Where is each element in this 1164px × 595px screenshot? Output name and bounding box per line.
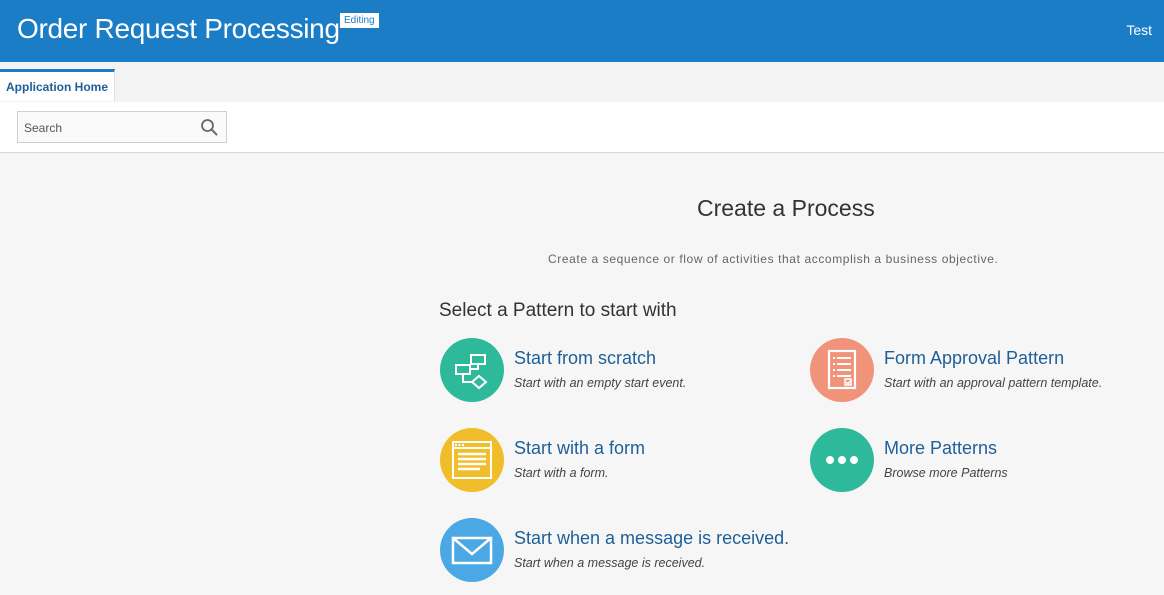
pattern-title[interactable]: Start from scratch bbox=[514, 348, 656, 369]
pattern-icon-circle bbox=[810, 338, 874, 402]
user-menu[interactable]: Test bbox=[1126, 22, 1152, 38]
pattern-more-patterns[interactable]: More Patterns Browse more Patterns bbox=[810, 428, 1110, 492]
pattern-icon-circle bbox=[440, 518, 504, 582]
pattern-message-received[interactable]: Start when a message is received. Start … bbox=[440, 518, 810, 582]
pattern-start-with-form[interactable]: Start with a form Start with a form. bbox=[440, 428, 740, 492]
search-input[interactable] bbox=[18, 112, 201, 144]
pattern-title[interactable]: Start when a message is received. bbox=[514, 528, 789, 549]
pattern-start-from-scratch[interactable]: Start from scratch Start with an empty s… bbox=[440, 338, 740, 402]
select-pattern-heading: Select a Pattern to start with bbox=[439, 300, 677, 321]
pattern-form-approval[interactable]: Form Approval Pattern Start with an appr… bbox=[810, 338, 1150, 402]
envelope-icon bbox=[451, 536, 493, 565]
flow-diagram-icon bbox=[455, 354, 488, 390]
app-title: Order Request Processing bbox=[17, 13, 340, 44]
pattern-description: Start with an approval pattern template. bbox=[884, 376, 1103, 390]
pattern-icon-circle bbox=[810, 428, 874, 492]
app-header: Order Request Processing Editing Test bbox=[0, 0, 1164, 62]
form-checklist-icon bbox=[827, 349, 857, 390]
pattern-description: Start with a form. bbox=[514, 466, 609, 480]
pattern-description: Browse more Patterns bbox=[884, 466, 1008, 480]
pattern-icon-circle bbox=[440, 338, 504, 402]
create-process-subtitle: Create a sequence or flow of activities … bbox=[548, 252, 999, 266]
search-box bbox=[17, 111, 227, 144]
pattern-title[interactable]: Form Approval Pattern bbox=[884, 348, 1064, 369]
pattern-title[interactable]: Start with a form bbox=[514, 438, 645, 459]
toolbar bbox=[0, 102, 1164, 153]
form-window-icon bbox=[452, 441, 492, 479]
pattern-title[interactable]: More Patterns bbox=[884, 438, 997, 459]
editing-badge: Editing bbox=[340, 13, 379, 28]
pattern-description: Start when a message is received. bbox=[514, 556, 706, 570]
more-dots-icon bbox=[826, 456, 858, 464]
search-icon[interactable] bbox=[200, 118, 218, 136]
pattern-description: Start with an empty start event. bbox=[514, 376, 687, 390]
tab-application-home[interactable]: Application Home bbox=[0, 69, 115, 101]
tab-bar: Application Home bbox=[0, 62, 1164, 102]
create-process-title: Create a Process bbox=[697, 195, 875, 221]
pattern-icon-circle bbox=[440, 428, 504, 492]
